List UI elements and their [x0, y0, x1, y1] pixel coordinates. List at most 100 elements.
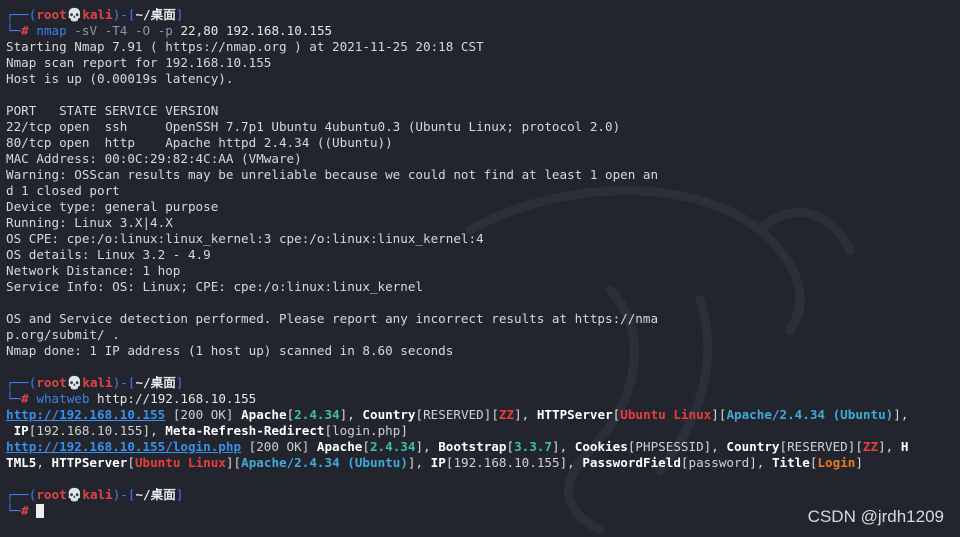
plugin-name: Apache — [241, 407, 287, 422]
command-name: whatweb — [36, 391, 90, 406]
plugin-name: Meta-Refresh-Redirect — [165, 423, 325, 438]
nmap-output-line: Running: Linux 3.X|4.X — [6, 215, 173, 230]
command-args: http://192.168.10.155 — [97, 391, 257, 406]
plugin-value: password — [688, 455, 750, 470]
plugin-name: Country — [362, 407, 416, 422]
text-cursor[interactable] — [36, 504, 45, 518]
prompt-line: ┌──(root💀kali)-[~/桌面] — [6, 375, 956, 391]
prompt-hash: # — [21, 391, 29, 406]
command-flags: -sV -T4 -O -p — [74, 23, 173, 38]
skull-icon: 💀 — [66, 487, 83, 502]
prompt-user: root — [36, 7, 67, 22]
prompt-directory: ~/桌面 — [135, 487, 176, 502]
nmap-output-line: Warning: OSScan results may be unreliabl… — [6, 167, 659, 182]
plugin-name: IP — [430, 455, 446, 470]
nmap-output-line: p.org/submit/ . — [6, 327, 120, 342]
nmap-output-line: OS details: Linux 3.2 - 4.9 — [6, 247, 211, 262]
nmap-output-line: MAC Address: 00:0C:29:82:4C:AA (VMware) — [6, 151, 302, 166]
plugin-name: HTTPServer — [536, 407, 613, 422]
prompt-user: root — [36, 487, 67, 502]
plugin-value: 2.4.34 — [294, 407, 340, 422]
plugin-value: RESERVED — [787, 439, 848, 454]
nmap-output-line: OS and Service detection performed. Plea… — [6, 311, 659, 326]
prompt-corner: ┌──( — [6, 7, 37, 22]
prompt-line: ┌──(root💀kali)-[~/桌面] — [6, 487, 956, 503]
nmap-output-line: Host is up (0.00019s latency). — [6, 71, 234, 86]
plugin-name: PasswordField — [582, 455, 681, 470]
result-url-link[interactable]: http://192.168.10.155/login.php — [6, 439, 241, 454]
whatweb-result-line: http://192.168.10.155 [200 OK] Apache[2.… — [6, 407, 909, 422]
skull-icon: 💀 — [66, 375, 83, 390]
prompt-hash: # — [21, 503, 29, 518]
plugin-value: 3.3.7 — [514, 439, 552, 454]
prompt-separator: )-[ — [112, 375, 136, 390]
plugin-value: RESERVED — [423, 407, 484, 422]
plugin-name: Apache — [316, 439, 363, 454]
plugin-value: Ubuntu Linux — [620, 407, 712, 422]
prompt-directory: ~/桌面 — [135, 7, 176, 22]
prompt-directory: ~/桌面 — [135, 375, 176, 390]
nmap-output: Starting Nmap 7.91 ( https://nmap.org ) … — [6, 39, 956, 359]
plugin-name: IP — [13, 423, 29, 438]
skull-icon: 💀 — [66, 7, 83, 22]
prompt-corner: └─ — [6, 503, 22, 518]
plugin-value: Apache/2.4.34 (Ubuntu) — [241, 455, 408, 470]
nmap-output-line: OS CPE: cpe:/o:linux:linux_kernel:3 cpe:… — [6, 231, 484, 246]
command-args: 22,80 192.168.10.155 — [180, 23, 333, 38]
nmap-output-line: PORT STATE SERVICE VERSION — [6, 103, 219, 118]
result-url-link[interactable]: http://192.168.10.155 — [6, 407, 165, 422]
plugin-name: HTTPServer — [51, 455, 128, 470]
nmap-output-line: Starting Nmap 7.91 ( https://nmap.org ) … — [6, 39, 484, 54]
nmap-output-line — [6, 87, 956, 103]
whatweb-result-line: TML5, HTTPServer[Ubuntu Linux][Apache/2.… — [6, 455, 863, 470]
command-line: └─# nmap -sV -T4 -O -p 22,80 192.168.10.… — [6, 23, 956, 39]
nmap-output-line: Service Info: OS: Linux; CPE: cpe:/o:lin… — [6, 279, 424, 294]
prompt-host: kali — [82, 375, 113, 390]
prompt-corner: └─ — [6, 23, 22, 38]
command-line: └─# whatweb http://192.168.10.155 — [6, 391, 956, 407]
prompt-bracket: ] — [175, 487, 184, 502]
terminal-window[interactable]: ┌──(root💀kali)-[~/桌面] └─# nmap -sV -T4 -… — [0, 0, 960, 537]
terminal-content: ┌──(root💀kali)-[~/桌面] └─# nmap -sV -T4 -… — [6, 7, 956, 519]
plugin-name: Cookies — [574, 439, 628, 454]
nmap-output-line: 80/tcp open http Apache httpd 2.4.34 ((U… — [6, 135, 393, 150]
command-name: nmap — [36, 23, 67, 38]
prompt-host: kali — [82, 7, 113, 22]
nmap-output-line: d 1 closed port — [6, 183, 120, 198]
prompt-corner: ┌──( — [6, 487, 37, 502]
prompt-bracket: ] — [175, 375, 184, 390]
csdn-watermark: CSDN @jrdh1209 — [807, 507, 944, 526]
prompt-separator: )-[ — [112, 7, 136, 22]
plugin-name: Title — [771, 455, 810, 470]
nmap-output-line: 22/tcp open ssh OpenSSH 7.7p1 Ubuntu 4ub… — [6, 119, 621, 134]
http-status: [200 OK] — [165, 407, 242, 422]
prompt-corner: ┌──( — [6, 375, 37, 390]
plugin-value: ZZ — [498, 407, 515, 422]
plugin-value: login.php — [332, 423, 401, 438]
plugin-value: Apache/2.4.34 (Ubuntu) — [726, 407, 894, 422]
http-status: [200 OK] — [241, 439, 317, 454]
plugin-value: 192.168.10.155 — [36, 423, 143, 438]
nmap-output-line: Device type: general purpose — [6, 199, 219, 214]
prompt-line: ┌──(root💀kali)-[~/桌面] — [6, 7, 956, 23]
plugin-value: 192.168.10.155 — [453, 455, 560, 470]
nmap-output-line: Nmap scan report for 192.168.10.155 — [6, 55, 272, 70]
prompt-bracket: ] — [175, 7, 184, 22]
plugin-name: Bootstrap — [438, 439, 507, 454]
prompt-separator: )-[ — [112, 487, 136, 502]
prompt-hash: # — [21, 23, 29, 38]
prompt-corner: └─ — [6, 391, 22, 406]
prompt-host: kali — [82, 487, 113, 502]
plugin-value: 2.4.34 — [369, 439, 416, 454]
whatweb-result-line: IP[192.168.10.155], Meta-Refresh-Redirec… — [13, 423, 408, 438]
whatweb-result-line: http://192.168.10.155/login.php [200 OK]… — [6, 439, 909, 454]
nmap-output-line: Network Distance: 1 hop — [6, 263, 181, 278]
plugin-value: Ubuntu Linux — [134, 455, 226, 470]
nmap-output-line — [6, 295, 956, 311]
prompt-user: root — [36, 375, 67, 390]
plugin-value: PHPSESSID — [635, 439, 704, 454]
plugin-name: H — [900, 439, 909, 454]
plugin-value: Login — [817, 455, 856, 470]
plugin-name: Country — [726, 439, 780, 454]
plugin-value: ZZ — [862, 439, 879, 454]
